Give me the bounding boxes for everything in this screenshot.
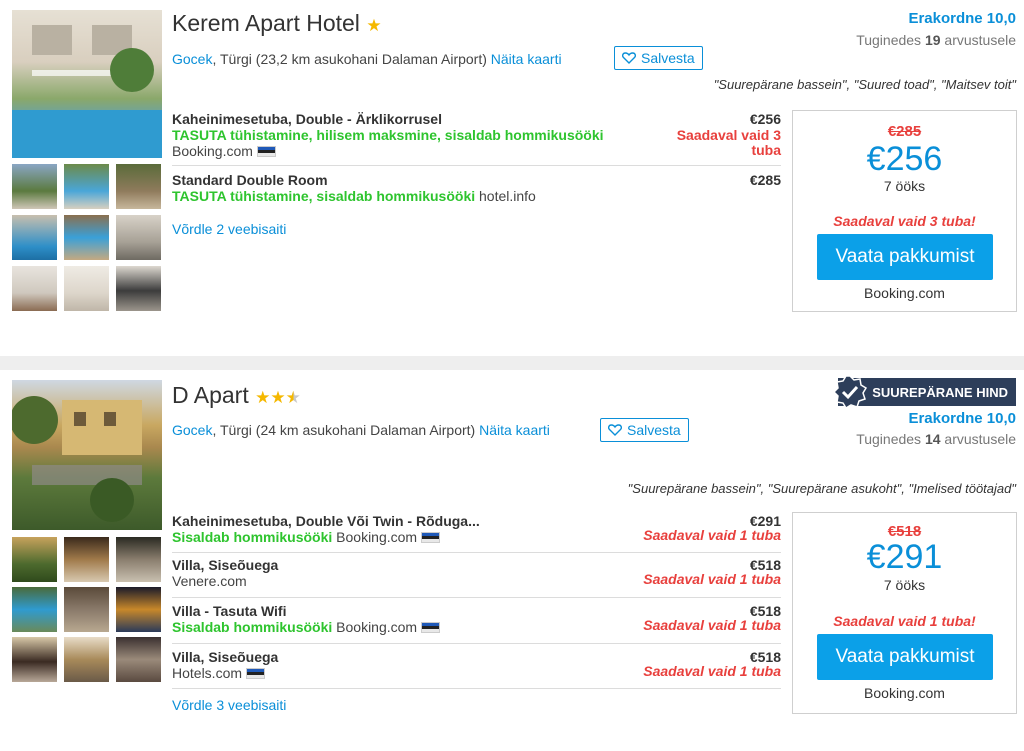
deal-perks: Sisaldab hommikusööki [172, 619, 333, 635]
hotel-name[interactable]: D Apart ★★★ [172, 382, 301, 409]
deal-availability: Saadaval vaid 1 tuba [643, 527, 781, 543]
deal-price: €256 [749, 111, 781, 127]
hotel-location: Gocek, Türgi (23,2 km asukohani Dalaman … [172, 51, 562, 67]
price-box: €518 €291 7 ööks Saadaval vaid 1 tuba! V… [792, 512, 1017, 714]
rating-label[interactable]: Erakordne 10,0 [908, 10, 1016, 27]
star-icon: ★ [255, 388, 271, 407]
hotel-name[interactable]: Kerem Apart Hotel ★ [172, 10, 382, 37]
deal-availability: Saadaval vaid 1 tuba [643, 571, 781, 587]
deal-availability: Saadaval vaid 3 tuba [676, 127, 781, 158]
thumbnail-photo[interactable] [116, 164, 161, 209]
nights-count: 7 ööks [883, 577, 926, 593]
deal-row[interactable]: Villa, Siseõuega Venere.com €518 Saadava… [172, 557, 781, 593]
rating-label[interactable]: Erakordne 10,0 [908, 410, 1016, 427]
view-deal-button[interactable]: Vaata pakkumist [817, 234, 993, 280]
reviews-count: Tuginedes 14 arvustusele [856, 431, 1016, 447]
thumbnail-photo[interactable] [12, 637, 57, 682]
flag-icon [421, 532, 441, 543]
badge-check-icon [833, 375, 868, 410]
great-price-badge: SUUREPÄRANE HIND [833, 375, 1016, 410]
deal-row[interactable]: Villa, Siseõuega Hotels.com €518 Saadava… [172, 649, 781, 685]
hotel-card-d-apart: D Apart ★★★ Gocek, Türgi (24 km asukohan… [0, 370, 1024, 751]
deal-separator [172, 597, 781, 598]
show-map-link[interactable]: Näita kaarti [491, 51, 562, 67]
hotel-location: Gocek, Türgi (24 km asukohani Dalaman Ai… [172, 422, 550, 438]
price-box: €285 €256 7 ööks Saadaval vaid 3 tuba! V… [792, 110, 1017, 312]
heart-icon [608, 424, 622, 436]
star-rating: ★★★ [255, 382, 301, 408]
deal-provider: Venere.com [172, 573, 247, 589]
heart-icon [622, 52, 636, 64]
flag-icon [256, 146, 276, 157]
thumbnail-photo[interactable] [116, 537, 161, 582]
hotel-main-photo[interactable] [12, 380, 162, 530]
review-quotes: "Suurepärane bassein", "Suurepärane asuk… [627, 481, 1016, 496]
deal-availability: Saadaval vaid 1 tuba [643, 617, 781, 633]
thumbnail-photo[interactable] [116, 266, 161, 311]
deal-separator [172, 165, 781, 166]
deal-provider: Booking.com [336, 529, 418, 545]
thumbnail-photo[interactable] [116, 587, 161, 632]
deal-availability: Saadaval vaid 1 tuba [643, 663, 781, 679]
thumbnail-photo[interactable] [12, 537, 57, 582]
box-provider: Booking.com [864, 285, 945, 301]
thumbnail-photo[interactable] [64, 637, 109, 682]
card-divider [0, 356, 1024, 370]
room-title: Kaheinimesetuba, Double - Ärklikorrusel [172, 111, 442, 127]
flag-icon [246, 668, 266, 679]
best-price[interactable]: €256 [793, 140, 1016, 179]
thumbnail-photo[interactable] [12, 587, 57, 632]
nights-count: 7 ööks [883, 178, 926, 194]
thumbnail-photo[interactable] [64, 537, 109, 582]
thumbnail-photo[interactable] [64, 266, 109, 311]
thumbnail-photo[interactable] [116, 637, 161, 682]
flag-icon [421, 622, 441, 633]
show-map-link[interactable]: Näita kaarti [479, 422, 550, 438]
view-deal-button[interactable]: Vaata pakkumist [817, 634, 993, 680]
availability-note: Saadaval vaid 3 tuba! [833, 213, 976, 229]
deal-perks: TASUTA tühistamine, sisaldab hommikusöök… [172, 188, 476, 204]
star-icon: ★ [270, 388, 286, 407]
thumbnail-photo[interactable] [12, 266, 57, 311]
deal-separator [172, 552, 781, 553]
old-price: €285 [887, 123, 922, 140]
deal-row[interactable]: Standard Double Room TASUTA tühistamine,… [172, 172, 781, 208]
deal-provider: hotel.info [479, 188, 536, 204]
city-link[interactable]: Gocek [172, 51, 212, 67]
deal-row[interactable]: Villa - Tasuta Wifi Sisaldab hommikusöök… [172, 603, 781, 639]
star-half-icon: ★ [285, 388, 301, 407]
save-button[interactable]: Salvesta [600, 418, 689, 442]
deal-separator [172, 688, 781, 689]
deal-row[interactable]: Kaheinimesetuba, Double - Ärklikorrusel … [172, 111, 781, 163]
thumbnail-photo[interactable] [64, 164, 109, 209]
best-price[interactable]: €291 [793, 538, 1016, 577]
thumbnail-photo[interactable] [116, 215, 161, 260]
review-quotes: "Suurepärane bassein", "Suured toad", "M… [713, 77, 1016, 92]
availability-note: Saadaval vaid 1 tuba! [833, 613, 976, 629]
deal-separator [172, 643, 781, 644]
deal-provider: Hotels.com [172, 665, 243, 681]
deal-row[interactable]: Kaheinimesetuba, Double Või Twin - Rõdug… [172, 513, 781, 549]
thumbnail-photo[interactable] [12, 164, 57, 209]
compare-sites-link[interactable]: Võrdle 2 veebisaiti [172, 221, 286, 237]
hotel-main-photo[interactable] [12, 10, 162, 158]
room-title: Standard Double Room [172, 172, 328, 188]
thumbnail-photo[interactable] [64, 215, 109, 260]
city-link[interactable]: Gocek [172, 422, 212, 438]
hotel-card-kerem: Kerem Apart Hotel ★ Gocek, Türgi (23,2 k… [0, 0, 1024, 330]
thumbnail-photo[interactable] [12, 215, 57, 260]
star-icon: ★ [366, 16, 382, 35]
save-button[interactable]: Salvesta [614, 46, 703, 70]
deal-perks: Sisaldab hommikusööki [172, 529, 333, 545]
reviews-count: Tuginedes 19 arvustusele [856, 32, 1016, 48]
thumbnail-photo[interactable] [64, 587, 109, 632]
deal-price: €285 [749, 172, 781, 188]
compare-sites-link[interactable]: Võrdle 3 veebisaiti [172, 697, 286, 713]
box-provider: Booking.com [864, 685, 945, 701]
deal-provider: Booking.com [336, 619, 418, 635]
